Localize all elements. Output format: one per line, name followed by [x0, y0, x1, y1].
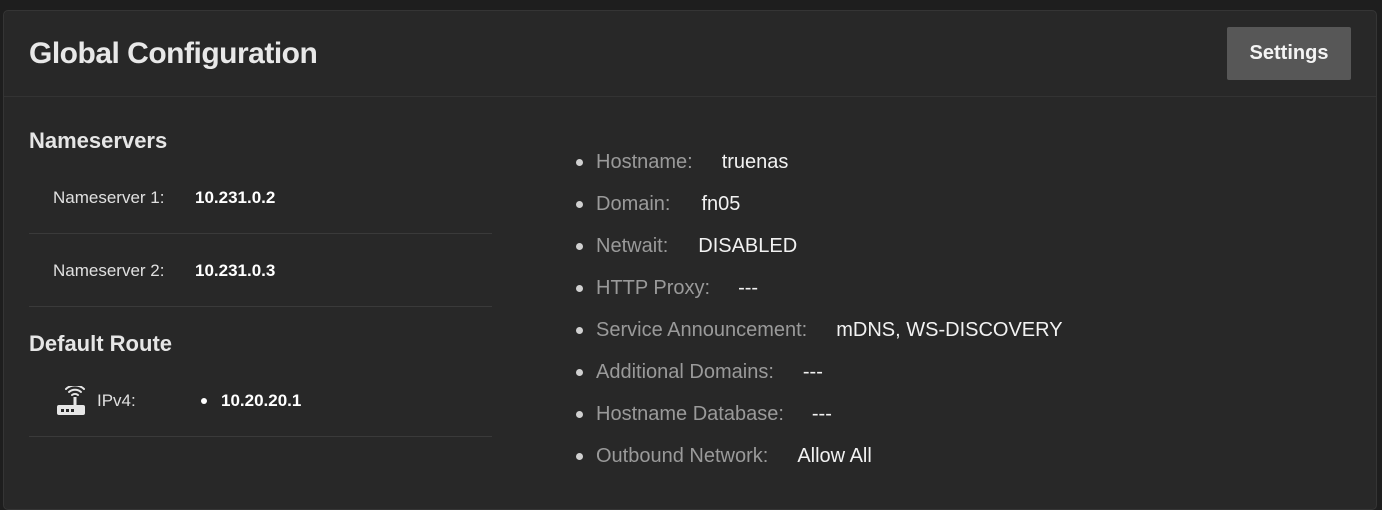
bullet: [576, 369, 583, 376]
card-header: Global Configuration Settings: [4, 11, 1376, 97]
info-key: Hostname Database: ---: [596, 403, 832, 425]
info-value: ---: [738, 277, 759, 299]
info-key: Hostname: truenas: [596, 151, 789, 173]
bullet: [576, 411, 583, 418]
card-title: Global Configuration: [29, 37, 318, 70]
info-key: Additional Domains: ---: [596, 361, 823, 383]
info-value: ---: [811, 403, 832, 425]
bullet: [576, 201, 583, 208]
nameserver-value: 10.231.0.2: [195, 188, 276, 207]
info-key: Domain: fn05: [596, 193, 741, 215]
default-route-row: IPv4: 10.20.20.1: [29, 364, 492, 437]
route-value: 10.20.20.1: [221, 391, 302, 410]
info-value: ---: [802, 361, 823, 383]
nameserver-label: Nameserver 2:: [53, 261, 165, 280]
bullet: [576, 453, 583, 460]
nameserver-label: Nameserver 1:: [53, 188, 165, 207]
default-route-title: Default Route: [29, 331, 172, 356]
bullet: [576, 327, 583, 334]
info-key: Service Announcement: mDNS, WS-DISCOVERY: [596, 319, 1063, 341]
info-value: mDNS, WS-DISCOVERY: [836, 319, 1063, 341]
info-value: fn05: [701, 193, 741, 215]
bullet: [576, 285, 583, 292]
nameservers-title: Nameservers: [29, 128, 168, 153]
global-configuration-card: Global Configuration Settings Nameserver…: [3, 10, 1377, 510]
info-value: truenas: [721, 151, 789, 173]
nameserver-value: 10.231.0.3: [195, 261, 276, 280]
info-key: Netwait: DISABLED: [596, 235, 798, 257]
info-value: DISABLED: [698, 235, 798, 257]
nameserver-row-1: Nameserver 1: 10.231.0.2: [29, 161, 492, 234]
bullet: [201, 398, 207, 404]
nameserver-row-2: Nameserver 2: 10.231.0.3: [29, 234, 492, 307]
bullet: [576, 243, 583, 250]
route-label: IPv4:: [97, 391, 136, 410]
settings-button[interactable]: Settings: [1227, 27, 1351, 80]
info-key: HTTP Proxy: ---: [596, 277, 759, 299]
bullet: [576, 159, 583, 166]
info-value: Allow All: [797, 445, 872, 467]
router-icon: [55, 384, 87, 418]
info-key: Outbound Network: Allow All: [596, 445, 872, 467]
